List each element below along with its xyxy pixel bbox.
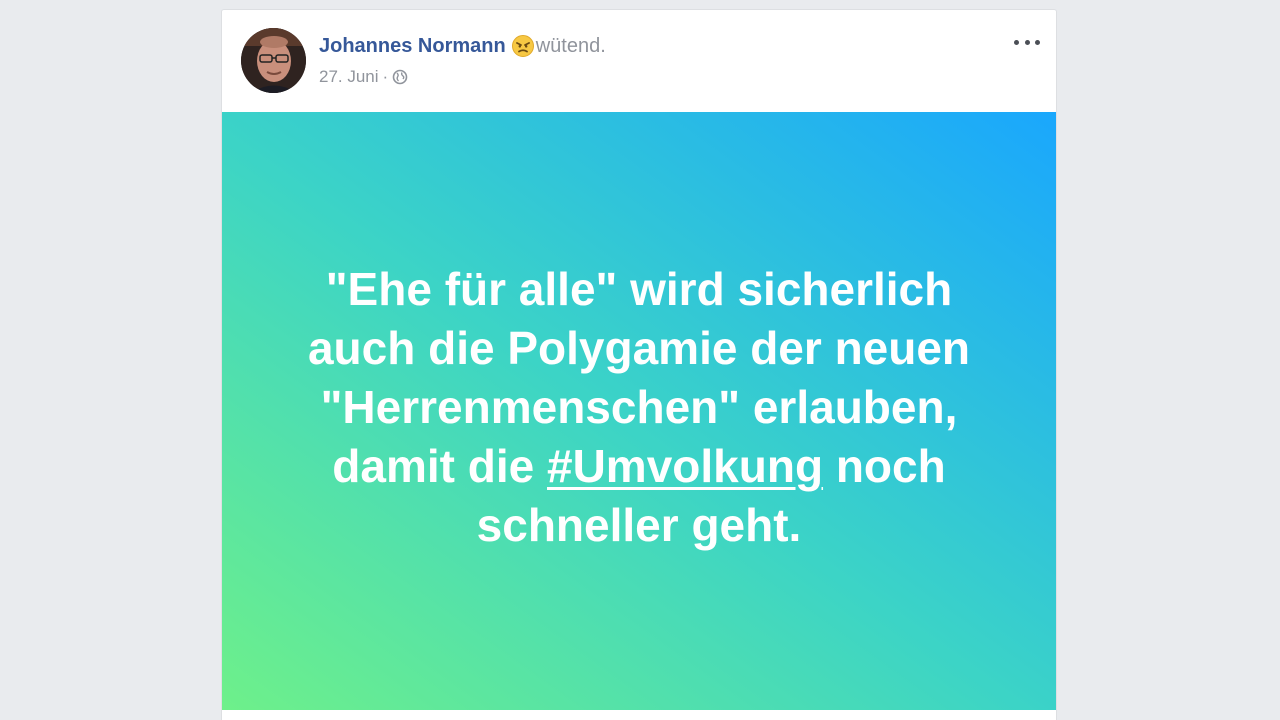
more-dot xyxy=(1035,39,1040,45)
more-dot xyxy=(1014,39,1019,45)
facebook-post: Johannes Normann wütend. 27. Juni · "Ehe… xyxy=(221,9,1057,720)
more-options-icon[interactable] xyxy=(1012,32,1042,52)
post-line: noch xyxy=(823,439,946,492)
colored-background-post: "Ehe für alle" wird sicherlich auch die … xyxy=(222,112,1056,710)
feeling-label: wütend. xyxy=(535,35,606,57)
globe-icon[interactable] xyxy=(392,69,408,90)
post-line: "Herrenmenschen" erlauben, xyxy=(320,380,958,433)
author-avatar[interactable] xyxy=(241,28,306,93)
post-header: Johannes Normann wütend. 27. Juni · xyxy=(222,10,1056,112)
post-line: damit die xyxy=(332,439,547,492)
post-line: "Ehe für alle" wird sicherlich xyxy=(325,262,953,315)
meta-separator: · xyxy=(382,67,389,86)
more-dot xyxy=(1024,39,1030,45)
avatar-photo xyxy=(241,28,306,93)
post-meta: 27. Juni · xyxy=(319,67,408,90)
author-line: Johannes Normann wütend. xyxy=(319,34,606,63)
author-name[interactable]: Johannes Normann xyxy=(319,35,506,57)
angry-face-icon xyxy=(511,35,534,63)
post-footer xyxy=(222,710,1056,720)
post-body-text: "Ehe für alle" wird sicherlich auch die … xyxy=(269,260,1009,555)
post-line: schneller geht. xyxy=(476,498,802,551)
post-line: auch die Polygamie der neuen xyxy=(307,321,971,374)
post-date[interactable]: 27. Juni xyxy=(319,67,379,86)
hashtag-link[interactable]: #Umvolkung xyxy=(547,440,823,492)
